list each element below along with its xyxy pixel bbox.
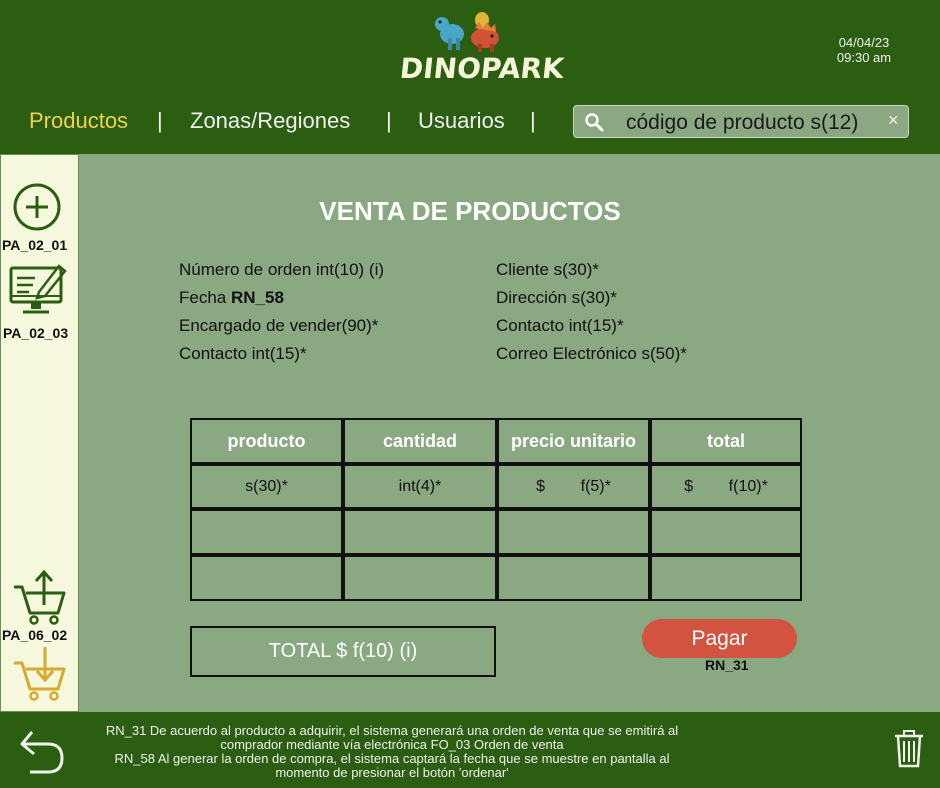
client-label: Cliente s(30)* <box>496 260 599 279</box>
table-cell[interactable] <box>497 509 650 555</box>
footer: RN_31 De acuerdo al producto a adquirir,… <box>0 712 940 788</box>
search-bar[interactable]: código de producto s(12) × <box>573 105 909 138</box>
table-cell[interactable]: s(30)* <box>190 464 343 509</box>
seller-contact-label: Contacto int(15)* <box>179 344 307 363</box>
table-cell[interactable] <box>343 555 497 601</box>
table-header-precio-unitario: precio unitario <box>497 418 650 464</box>
search-icon[interactable] <box>584 112 604 132</box>
cart-upload-icon[interactable] <box>12 569 68 625</box>
table-header-producto: producto <box>190 418 343 464</box>
table-cell[interactable] <box>190 555 343 601</box>
nav-item-zonas-regiones[interactable]: Zonas/Regiones <box>190 108 350 134</box>
total-amount-box: TOTAL $ f(10) (i) <box>190 626 496 677</box>
sidebar-label-pa-02-03: PA_02_03 <box>3 325 69 341</box>
order-number-label: Número de orden int(10) (i) <box>179 260 385 279</box>
rule-line: RN_58 Al generar la orden de compra, el … <box>114 751 670 766</box>
datetime: 04/04/23 09:30 am <box>820 35 908 65</box>
pay-button[interactable]: Pagar <box>642 619 797 658</box>
table-cell[interactable]: $ f(5)* <box>497 464 650 509</box>
top-bar: DINOPARK 04/04/23 09:30 am Productos | Z… <box>0 0 940 153</box>
nav-item-usuarios[interactable]: Usuarios <box>418 108 505 134</box>
seller-label: Encargado de vender(90)* <box>179 316 379 335</box>
edit-monitor-icon[interactable] <box>9 262 67 316</box>
date-text: 04/04/23 <box>838 35 890 50</box>
table-cell[interactable] <box>650 555 802 601</box>
table-cell[interactable]: $ f(10)* <box>650 464 802 509</box>
client-contact-label: Contacto int(15)* <box>496 316 624 335</box>
email-label: Correo Electrónico s(50)* <box>496 344 687 363</box>
table-cell[interactable] <box>190 509 343 555</box>
cart-download-icon[interactable] <box>12 645 68 701</box>
time-text: 09:30 am <box>836 50 892 65</box>
back-arrow-icon[interactable] <box>18 726 66 776</box>
clear-search-icon[interactable]: × <box>888 110 899 131</box>
nav-separator: | <box>157 108 163 133</box>
logo-text: DINOPARK <box>398 52 566 85</box>
rule-line: momento de presionar el botón 'ordenar' <box>275 765 509 780</box>
nav-separator: | <box>386 108 392 133</box>
rule-line: comprador mediante vía electrónica FO_03… <box>220 737 564 752</box>
nav-item-productos[interactable]: Productos <box>29 108 128 134</box>
table-cell[interactable]: int(4)* <box>343 464 497 509</box>
address-label: Dirección s(30)* <box>496 288 617 307</box>
date-rule-code: RN_58 <box>230 288 284 307</box>
sidebar-label-pa-02-01: PA_02_01 <box>2 237 68 253</box>
table-cell[interactable] <box>497 555 650 601</box>
dinopark-logo[interactable]: DINOPARK <box>398 6 566 85</box>
trash-icon[interactable] <box>893 730 925 768</box>
sidebar-label-pa-06-02: PA_06_02 <box>2 627 68 643</box>
table-header-total: total <box>650 418 802 464</box>
page-title: VENTA DE PRODUCTOS <box>319 196 621 226</box>
table-header-cantidad: cantidad <box>343 418 497 464</box>
date-label-text: Fecha <box>179 288 231 307</box>
rule-line: RN_31 De acuerdo al producto a adquirir,… <box>105 723 679 738</box>
add-circle-icon[interactable] <box>12 182 62 232</box>
sidebar: PA_02_01 PA_02_03 PA_06_02 <box>0 154 79 712</box>
business-rules-text: RN_31 De acuerdo al producto a adquirir,… <box>76 724 708 780</box>
pay-rule-code: RN_31 <box>705 657 749 673</box>
search-input[interactable]: código de producto s(12) <box>626 111 858 135</box>
dinosaur-logo-icon <box>435 12 499 52</box>
table-cell[interactable] <box>650 509 802 555</box>
nav-separator: | <box>530 108 536 133</box>
date-field-label: Fecha RN_58 <box>179 288 284 308</box>
table-cell[interactable] <box>343 509 497 555</box>
